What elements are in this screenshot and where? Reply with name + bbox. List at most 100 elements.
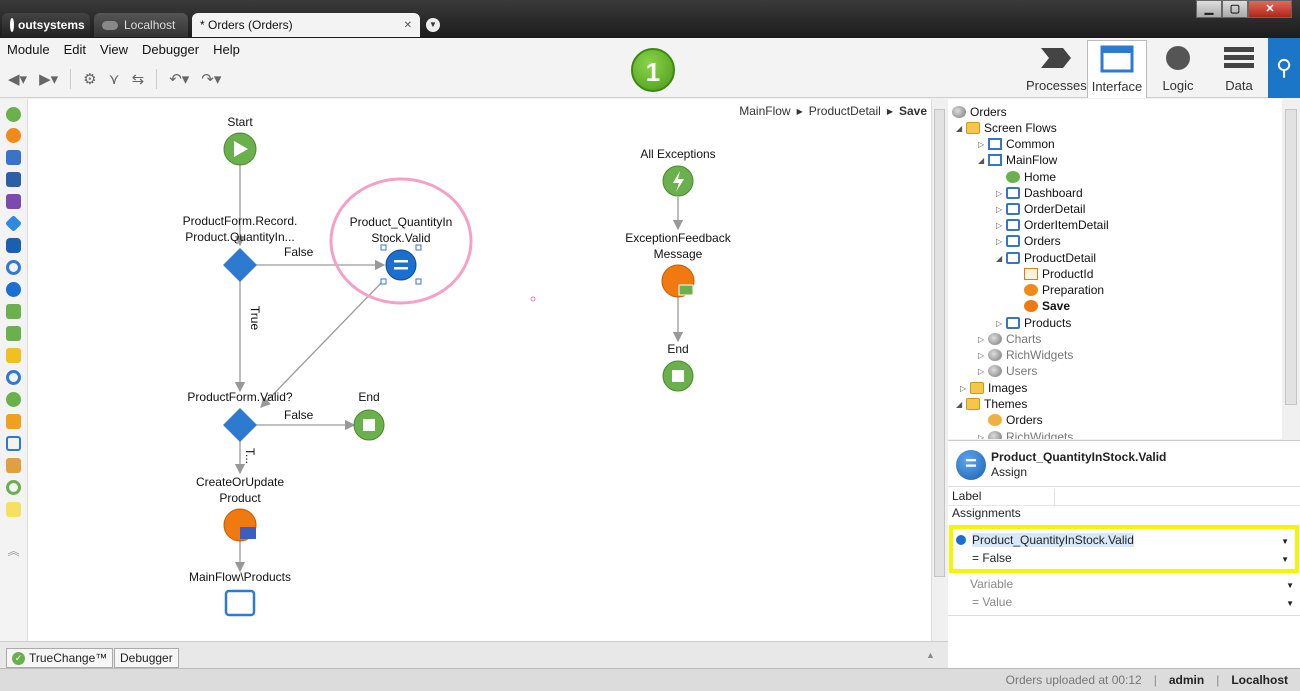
collapse-palette-icon[interactable]: ︽	[6, 542, 21, 558]
tree-scroll-thumb[interactable]	[1285, 109, 1297, 405]
collapsed-arrow-icon[interactable]: ▷	[996, 319, 1006, 328]
breadcrumb-save[interactable]: Save	[899, 104, 927, 118]
collapsed-arrow-icon[interactable]: ▷	[996, 189, 1006, 198]
new-assignment-value[interactable]: = Value	[972, 595, 1012, 609]
email-tool-icon[interactable]	[6, 348, 21, 363]
canvas-scrollbar[interactable]	[931, 99, 947, 641]
sql-tool-icon[interactable]	[6, 172, 21, 187]
forward-icon[interactable]: ▶▾	[39, 70, 58, 88]
tree-item[interactable]: ▷ Images	[960, 380, 1027, 396]
warning-tool-icon[interactable]	[6, 414, 21, 429]
back-icon[interactable]: ◀▾	[8, 70, 27, 88]
switch-tool-icon[interactable]	[6, 238, 21, 253]
tree-item[interactable]: ▷ Orders	[996, 233, 1061, 249]
menu-debugger[interactable]: Debugger	[135, 42, 206, 57]
status-user[interactable]: admin	[1169, 673, 1204, 687]
download-tool-icon[interactable]	[6, 304, 21, 319]
publish-step-badge[interactable]: 1	[631, 48, 675, 92]
status-server[interactable]: Localhost	[1231, 673, 1288, 687]
menu-help[interactable]: Help	[206, 42, 247, 57]
tree-item[interactable]: ◢ MainFlow	[978, 152, 1057, 168]
if-tool-icon[interactable]	[5, 215, 22, 232]
close-window-button[interactable]: ✕	[1248, 0, 1292, 18]
destination-node[interactable]	[224, 589, 256, 617]
tree-item[interactable]: ▷ Users	[978, 363, 1037, 379]
start-tool-icon[interactable]	[6, 107, 21, 122]
search-button[interactable]: ⚲	[1268, 38, 1300, 98]
tree-item[interactable]: ◢ Screen Flows	[956, 120, 1057, 136]
tree-item[interactable]: ▷ OrderItemDetail	[996, 217, 1109, 233]
tabs-dropdown-icon[interactable]: ▼	[426, 18, 440, 32]
collapsed-arrow-icon[interactable]: ▷	[978, 351, 988, 360]
excel-tool-icon[interactable]	[6, 326, 21, 341]
collapsed-arrow-icon[interactable]: ▷	[996, 221, 1006, 230]
redo-icon[interactable]: ↷▾	[201, 70, 221, 88]
tree-item-selected[interactable]: Save	[1024, 298, 1070, 314]
collapsed-arrow-icon[interactable]: ▷	[978, 335, 988, 344]
tab-close-icon[interactable]: ✕	[404, 20, 412, 31]
tab-interface[interactable]: Interface	[1087, 40, 1147, 98]
tab-data[interactable]: Data	[1209, 40, 1269, 98]
expanded-arrow-icon[interactable]: ◢	[956, 124, 966, 133]
variable-dropdown-icon[interactable]: ▼	[1281, 537, 1289, 546]
process-tool-icon[interactable]	[6, 458, 21, 473]
assignment-value[interactable]: = False	[972, 551, 1012, 565]
aggregate-tool-icon[interactable]	[6, 150, 21, 165]
expanded-arrow-icon[interactable]: ◢	[978, 156, 988, 165]
new-assignment-variable[interactable]: Variable	[970, 577, 1013, 591]
refresh-tool-icon[interactable]	[6, 370, 21, 385]
tab-debugger[interactable]: Debugger	[114, 648, 179, 668]
tree-item[interactable]: ▷ Common	[978, 136, 1055, 152]
tree-item[interactable]: Orders	[988, 412, 1043, 428]
new-value-dropdown-icon[interactable]: ▼	[1286, 599, 1294, 608]
undo-icon[interactable]: ↶▾	[169, 70, 189, 88]
tree-item[interactable]: ▷ OrderDetail	[996, 201, 1085, 217]
flow-canvas[interactable]: MainFlow ▶ ProductDetail ▶ Save Start Pr…	[28, 99, 931, 641]
new-variable-dropdown-icon[interactable]: ▼	[1286, 581, 1294, 590]
if-node-valid[interactable]	[223, 408, 257, 442]
refactor-icon[interactable]: ⇆	[132, 70, 145, 88]
action-tool-icon[interactable]	[6, 128, 21, 143]
assign-node[interactable]	[385, 249, 417, 281]
collapsed-arrow-icon[interactable]: ▷	[978, 367, 988, 376]
tree-item[interactable]: ▷ RichWidgets	[978, 347, 1073, 363]
tree-scrollbar[interactable]	[1282, 99, 1300, 439]
maximize-button[interactable]: ▢	[1222, 0, 1248, 18]
exception-tool-icon[interactable]	[6, 392, 21, 407]
assign-tool-icon[interactable]	[6, 282, 21, 297]
menu-module[interactable]: Module	[0, 42, 57, 57]
tree-item[interactable]: Orders	[952, 104, 1007, 120]
label-property[interactable]: Label	[948, 489, 1300, 506]
breadcrumb-productdetail[interactable]: ProductDetail	[809, 104, 881, 118]
selection-handle[interactable]	[380, 278, 387, 285]
tree-item[interactable]: ▷ Products	[996, 315, 1071, 331]
tab-truechange[interactable]: ✓ TrueChange™	[6, 648, 114, 668]
tree-item[interactable]: ◢ Themes	[956, 396, 1027, 412]
tab-orders[interactable]: * Orders (Orders) ✕	[192, 13, 420, 37]
selection-handle[interactable]	[415, 278, 422, 285]
tree-item[interactable]: ▷ Dashboard	[996, 185, 1083, 201]
comment-tool-icon[interactable]	[6, 502, 21, 517]
breadcrumb-mainflow[interactable]: MainFlow	[739, 104, 790, 118]
menu-view[interactable]: View	[93, 42, 135, 57]
collapsed-arrow-icon[interactable]: ▷	[978, 140, 988, 149]
tab-logic[interactable]: Logic	[1148, 40, 1208, 98]
canvas-scroll-thumb[interactable]	[934, 109, 945, 577]
expanded-arrow-icon[interactable]: ◢	[996, 254, 1006, 263]
collapsed-arrow-icon[interactable]: ▷	[996, 237, 1006, 246]
collapsed-arrow-icon[interactable]: ▷	[960, 384, 970, 393]
collapsed-arrow-icon[interactable]: ▷	[996, 205, 1006, 214]
entity-tool-icon[interactable]	[6, 194, 21, 209]
gear-icon[interactable]: ⚙	[83, 70, 96, 88]
destination-tool-icon[interactable]	[6, 436, 21, 451]
dependencies-icon[interactable]: ⋎	[109, 70, 120, 88]
assignment-variable[interactable]: Product_QuantityInStock.Valid	[956, 533, 1134, 547]
tree-item[interactable]: ▷ RichWidgets	[978, 429, 1073, 439]
expand-panel-icon[interactable]: ▲	[926, 650, 935, 660]
tree-item[interactable]: ◢ ProductDetail	[996, 250, 1096, 266]
value-dropdown-icon[interactable]: ▼	[1281, 555, 1289, 564]
tree-item[interactable]: Home	[1006, 169, 1056, 185]
tab-processes[interactable]: Processes	[1026, 40, 1087, 98]
end-tool-icon[interactable]	[6, 480, 21, 495]
minimize-button[interactable]: ▁	[1196, 0, 1222, 18]
